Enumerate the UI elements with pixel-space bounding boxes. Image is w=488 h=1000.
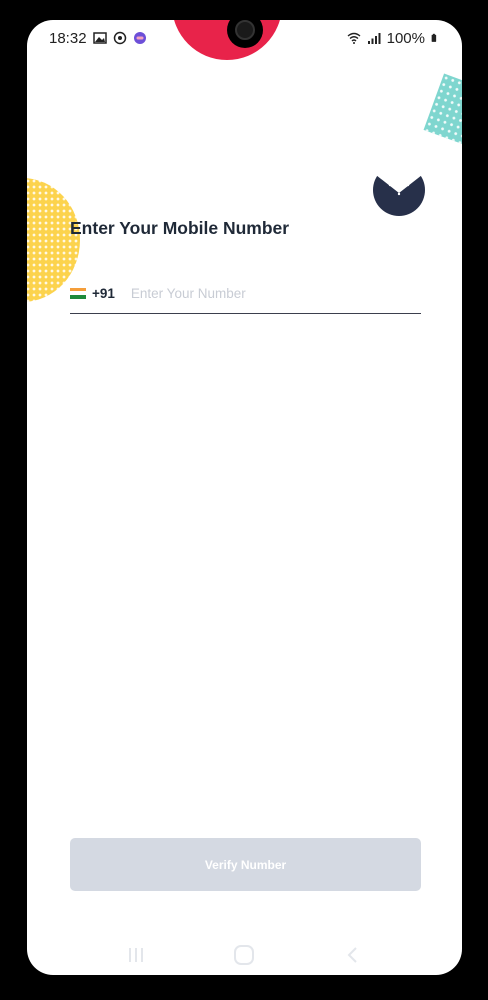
- phone-number-field: +91: [70, 273, 421, 314]
- gallery-icon: [92, 32, 107, 44]
- status-left: 18:32: [49, 30, 147, 47]
- wifi-icon: [347, 32, 361, 44]
- status-time: 18:32: [49, 29, 87, 47]
- recents-icon[interactable]: [126, 945, 146, 965]
- system-nav-bar: [27, 935, 462, 975]
- page-title: Enter Your Mobile Number: [70, 218, 290, 238]
- battery-icon: [431, 33, 437, 42]
- app-icon: [133, 32, 146, 44]
- flag-stripe-green: [70, 294, 86, 299]
- app-screen: 18:32 100% Enter Your Mobile Number +91 …: [27, 20, 462, 975]
- back-icon[interactable]: [343, 945, 363, 965]
- app-logo: [373, 163, 425, 216]
- verify-number-button[interactable]: Verify Number: [70, 838, 421, 891]
- home-icon[interactable]: [233, 944, 255, 966]
- india-flag-icon[interactable]: [70, 287, 86, 299]
- mobile-number-input[interactable]: [128, 284, 373, 302]
- country-code[interactable]: +91: [92, 286, 115, 301]
- status-right: 100%: [347, 30, 440, 47]
- flag-stripe-white: [70, 291, 86, 295]
- signal-icon: [367, 33, 381, 44]
- teal-square-decoration: [423, 73, 462, 151]
- battery-percent: 100%: [386, 29, 425, 47]
- music-icon: [113, 31, 126, 45]
- phone-frame: 18:32 100% Enter Your Mobile Number +91 …: [0, 0, 488, 1000]
- status-bar: 18:32 100%: [27, 20, 462, 56]
